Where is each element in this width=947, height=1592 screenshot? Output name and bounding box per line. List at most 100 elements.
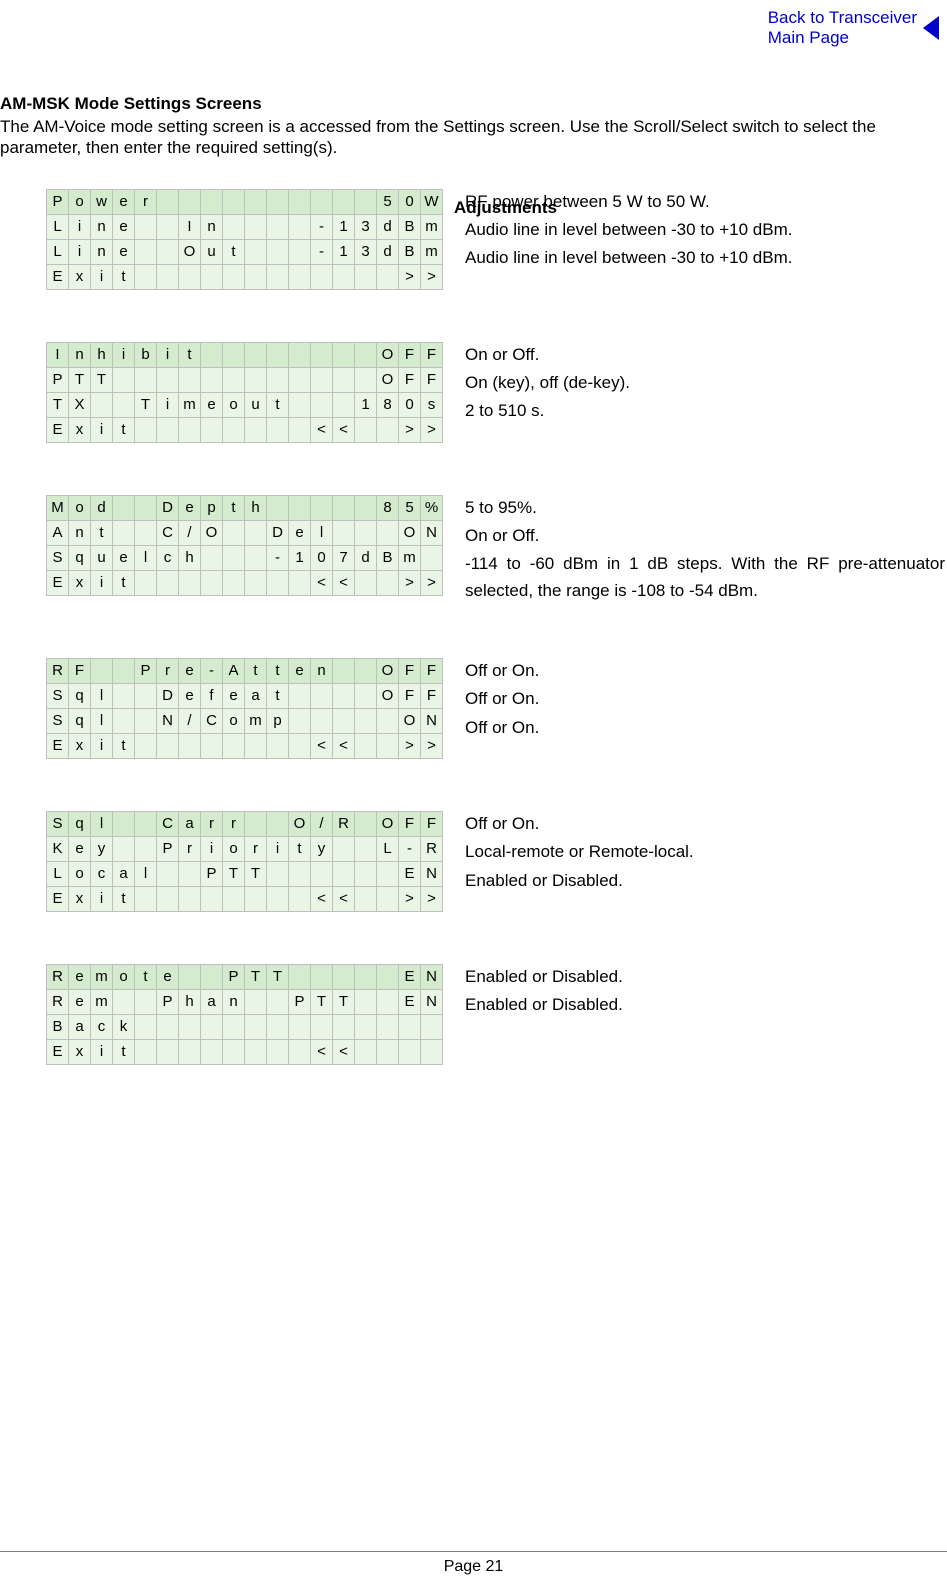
lcd-cell: < <box>333 733 355 758</box>
lcd-cell <box>289 733 311 758</box>
lcd-cell: A <box>47 520 69 545</box>
lcd-cell <box>157 239 179 264</box>
lcd-cell <box>135 708 157 733</box>
lcd-cell <box>179 189 201 214</box>
lcd-cell: L <box>47 214 69 239</box>
lcd-cell <box>289 342 311 367</box>
lcd-cell <box>245 342 267 367</box>
lcd-cell <box>333 658 355 683</box>
lcd-cell <box>355 264 377 289</box>
lcd-row: Ant C/O Del ON <box>47 520 443 545</box>
lcd-cell: t <box>113 733 135 758</box>
lcd-cell: T <box>245 861 267 886</box>
lcd-row: Exit << >> <box>47 570 443 595</box>
lcd-cell <box>311 708 333 733</box>
lcd-cell <box>201 733 223 758</box>
lcd-cell: < <box>311 417 333 442</box>
description-line: Off or On. <box>465 715 539 741</box>
lcd-cell: E <box>399 964 421 989</box>
lcd-cell <box>289 683 311 708</box>
lcd-cell: t <box>267 683 289 708</box>
lcd-cell: o <box>113 964 135 989</box>
lcd-cell <box>267 570 289 595</box>
settings-screen-6: Remote PTT ENRem Phan PTT ENBack Exit <<… <box>0 964 947 1065</box>
lcd-cell <box>113 836 135 861</box>
lcd-cell: i <box>91 733 113 758</box>
lcd-cell <box>113 495 135 520</box>
lcd-cell: < <box>333 570 355 595</box>
lcd-cell: p <box>201 495 223 520</box>
lcd-cell <box>179 417 201 442</box>
lcd-cell <box>399 1039 421 1064</box>
lcd-cell <box>135 1014 157 1039</box>
lcd-cell <box>377 989 399 1014</box>
lcd-cell: S <box>47 708 69 733</box>
lcd-cell: 0 <box>311 545 333 570</box>
lcd-cell: t <box>135 964 157 989</box>
lcd-cell <box>355 417 377 442</box>
lcd-cell: S <box>47 683 69 708</box>
lcd-row: Line Out -13dBm <box>47 239 443 264</box>
lcd-cell <box>245 239 267 264</box>
lcd-display: Sql Carr O/R OFFKey Priority L-RLocal PT… <box>46 811 443 912</box>
lcd-cell: i <box>157 392 179 417</box>
lcd-cell <box>333 683 355 708</box>
lcd-cell <box>223 886 245 911</box>
lcd-cell: A <box>223 658 245 683</box>
lcd-cell: F <box>421 342 443 367</box>
lcd-row: Exit >> <box>47 264 443 289</box>
lcd-cell: / <box>179 520 201 545</box>
lcd-cell: D <box>157 683 179 708</box>
lcd-cell <box>267 1014 289 1039</box>
lcd-cell: t <box>113 570 135 595</box>
lcd-cell: u <box>245 392 267 417</box>
lcd-cell: o <box>69 861 91 886</box>
lcd-cell <box>355 989 377 1014</box>
lcd-cell <box>289 1039 311 1064</box>
lcd-cell: h <box>91 342 113 367</box>
lcd-cell: F <box>421 658 443 683</box>
lcd-cell: a <box>113 861 135 886</box>
lcd-cell <box>245 1039 267 1064</box>
lcd-cell: x <box>69 1039 91 1064</box>
lcd-cell: O <box>377 367 399 392</box>
lcd-row: Sql Carr O/R OFF <box>47 811 443 836</box>
lcd-cell: C <box>201 708 223 733</box>
lcd-cell <box>267 811 289 836</box>
lcd-cell: r <box>157 658 179 683</box>
back-to-main-link[interactable]: Back to TransceiverMain Page <box>768 8 939 49</box>
lcd-display: Inhibit OFFPTT OFFTX Timeout 180sExit <<… <box>46 342 443 443</box>
lcd-cell: O <box>377 658 399 683</box>
lcd-cell <box>377 1014 399 1039</box>
lcd-cell: 0 <box>399 189 421 214</box>
lcd-cell: a <box>245 683 267 708</box>
lcd-cell: I <box>47 342 69 367</box>
lcd-cell <box>135 264 157 289</box>
lcd-cell: B <box>377 545 399 570</box>
lcd-cell: t <box>245 658 267 683</box>
lcd-cell <box>179 861 201 886</box>
lcd-cell: e <box>289 520 311 545</box>
lcd-cell: q <box>69 708 91 733</box>
lcd-cell: T <box>267 964 289 989</box>
back-link-text[interactable]: Back to TransceiverMain Page <box>768 8 917 49</box>
lcd-row: RF Pre-Atten OFF <box>47 658 443 683</box>
lcd-cell: > <box>399 733 421 758</box>
lcd-cell <box>355 658 377 683</box>
lcd-cell: I <box>179 214 201 239</box>
settings-screen-5: Sql Carr O/R OFFKey Priority L-RLocal PT… <box>0 811 947 912</box>
lcd-cell <box>311 683 333 708</box>
lcd-cell: N <box>421 964 443 989</box>
lcd-cell <box>311 392 333 417</box>
lcd-cell <box>245 417 267 442</box>
lcd-cell: O <box>377 683 399 708</box>
lcd-row: Local PTT EN <box>47 861 443 886</box>
lcd-cell: y <box>91 836 113 861</box>
lcd-cell <box>157 886 179 911</box>
lcd-cell <box>267 861 289 886</box>
lcd-cell: o <box>69 189 91 214</box>
lcd-cell: q <box>69 683 91 708</box>
lcd-cell: T <box>91 367 113 392</box>
lcd-cell: m <box>91 989 113 1014</box>
lcd-cell: > <box>421 733 443 758</box>
